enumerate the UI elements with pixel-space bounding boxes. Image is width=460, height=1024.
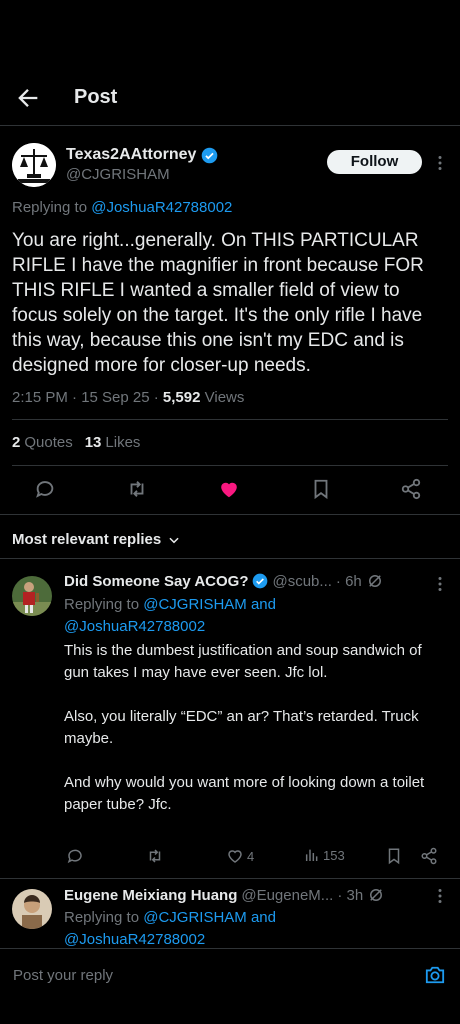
author-handle[interactable]: @CJGRISHAM xyxy=(66,166,170,183)
post-meta: 2:15 PM · 15 Sep 25 · 5,592 Views xyxy=(12,389,244,406)
reply-paragraph: And why would you want more of looking d… xyxy=(64,774,425,813)
post-time: 2:15 PM · 15 Sep 25 · xyxy=(12,389,163,406)
author-name[interactable]: Texas2AAttorney xyxy=(66,146,218,164)
quotes-stat[interactable]: 2 Quotes xyxy=(12,434,73,451)
replying-to-link[interactable]: @CJGRISHAM xyxy=(143,909,247,926)
repost-icon[interactable] xyxy=(146,847,164,865)
verified-icon xyxy=(252,573,268,589)
actions-divider xyxy=(0,514,460,515)
camera-icon[interactable] xyxy=(424,965,446,985)
reply-author-name[interactable]: Eugene Meixiang Huang xyxy=(64,887,237,904)
more-icon[interactable] xyxy=(432,888,448,904)
chevron-down-icon xyxy=(167,533,181,547)
reply-input-placeholder[interactable]: Post your reply xyxy=(13,967,113,984)
reply-icon[interactable] xyxy=(34,478,56,500)
replying-and: and xyxy=(246,909,276,926)
header-divider xyxy=(0,125,460,126)
views-label: Views xyxy=(200,389,245,406)
reply-paragraph: Also, you literally “EDC” an ar? That’s … xyxy=(64,708,419,747)
author-avatar[interactable] xyxy=(12,143,56,187)
heart-icon xyxy=(226,847,244,865)
back-arrow-icon[interactable] xyxy=(14,84,42,112)
repost-icon[interactable] xyxy=(126,478,148,500)
reply-time: · 6h xyxy=(335,572,362,590)
replying-prefix: Replying to xyxy=(12,199,88,216)
heart-icon[interactable] xyxy=(218,478,240,500)
author-name-text: Texas2AAttorney xyxy=(66,146,197,163)
post-stats: 2 Quotes 13 Likes xyxy=(12,434,140,451)
reply-author-handle[interactable]: @scub... xyxy=(272,573,331,590)
post-actions xyxy=(0,478,460,502)
reply-replying-to: Replying to @CJGRISHAM and @JoshuaR42788… xyxy=(64,594,444,638)
replying-and: and xyxy=(246,596,276,613)
reply-author-name[interactable]: Did Someone Say ACOG? xyxy=(64,573,248,590)
replies-sort-label: Most relevant replies xyxy=(12,531,162,548)
replying-to-link[interactable]: @JoshuaR42788002 xyxy=(64,931,205,948)
reply-text: This is the dumbest justification and so… xyxy=(64,640,440,816)
quotes-count: 2 xyxy=(12,434,21,451)
quotes-label: Quotes xyxy=(24,434,73,451)
likes-count: 13 xyxy=(84,434,102,451)
reply-avatar[interactable] xyxy=(12,889,52,929)
reply-icon[interactable] xyxy=(66,847,84,865)
like-count: 4 xyxy=(247,848,255,864)
likes-label: Likes xyxy=(105,434,141,451)
reply-paragraph: This is the dumbest justification and so… xyxy=(64,642,422,681)
reply-actions: 4 153 xyxy=(64,847,444,867)
like-button[interactable]: 4 xyxy=(226,847,254,865)
bookmark-icon[interactable] xyxy=(385,847,403,865)
verified-icon xyxy=(201,147,218,164)
likes-stat[interactable]: 13 Likes xyxy=(85,434,141,451)
share-icon[interactable] xyxy=(420,847,438,865)
more-icon[interactable] xyxy=(432,576,448,592)
more-icon[interactable] xyxy=(432,155,448,171)
replying-to-link[interactable]: @CJGRISHAM xyxy=(143,596,247,613)
replying-to-link[interactable]: @JoshuaR42788002 xyxy=(91,199,232,216)
reply-avatar[interactable] xyxy=(12,576,52,616)
views-button[interactable]: 153 xyxy=(304,847,345,863)
replying-to: Replying to @JoshuaR42788002 xyxy=(12,199,232,216)
views-icon xyxy=(304,847,320,863)
follow-button[interactable]: Follow xyxy=(327,150,422,174)
replying-prefix: Replying to xyxy=(64,909,144,926)
top-bar: Post xyxy=(0,78,460,118)
views-count: 5,592 xyxy=(162,389,201,406)
meta-divider xyxy=(12,419,448,420)
post-text: You are right...generally. On THIS PARTI… xyxy=(12,230,424,376)
reply-header: Eugene Meixiang Huang @EugeneM... · 3h xyxy=(64,886,385,904)
reply-replying-to: Replying to @CJGRISHAM and @JoshuaR42788… xyxy=(64,907,444,951)
replying-prefix: Replying to xyxy=(64,596,144,613)
page-title: Post xyxy=(74,86,118,108)
replies-sort-dropdown[interactable]: Most relevant replies xyxy=(12,531,181,548)
filter-divider xyxy=(0,558,460,559)
views-count: 153 xyxy=(323,847,345,863)
grok-icon[interactable] xyxy=(366,572,384,590)
reply-time: · 3h xyxy=(337,886,364,904)
reply-composer[interactable]: Post your reply xyxy=(0,948,460,1002)
reply-divider xyxy=(0,878,460,879)
share-icon[interactable] xyxy=(400,478,422,500)
replying-to-link[interactable]: @JoshuaR42788002 xyxy=(64,618,205,635)
grok-icon[interactable] xyxy=(367,886,385,904)
bookmark-icon[interactable] xyxy=(310,478,332,500)
reply-header: Did Someone Say ACOG? @scub... · 6h xyxy=(64,572,384,590)
reply-author-handle[interactable]: @EugeneM... xyxy=(241,887,333,904)
stats-divider xyxy=(12,465,448,466)
